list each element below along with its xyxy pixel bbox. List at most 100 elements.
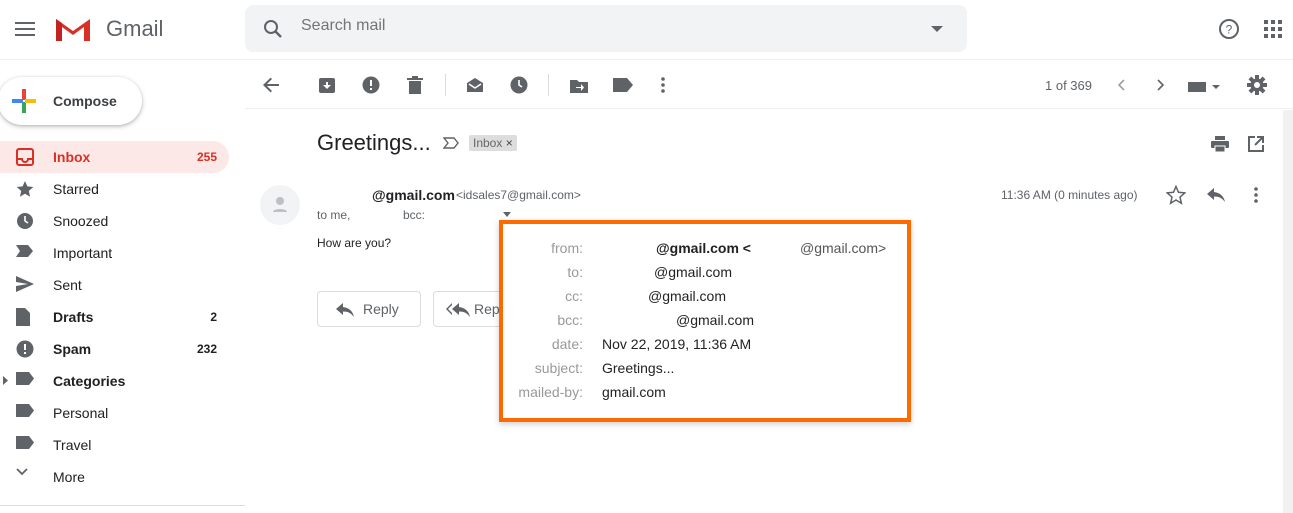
sidebar-item-label: Inbox: [53, 149, 91, 165]
reply-icon: [336, 303, 354, 317]
reply-all-icon: [446, 303, 470, 317]
detail-value: gmail.com: [602, 384, 666, 400]
sidebar-item-snoozed[interactable]: Snoozed: [0, 205, 229, 237]
sidebar-item-travel[interactable]: Travel: [0, 429, 229, 461]
sidebar-item-drafts[interactable]: Drafts 2: [0, 301, 229, 333]
label-icon: [16, 404, 34, 422]
delete-icon[interactable]: [403, 73, 427, 97]
more-options-icon[interactable]: [1244, 183, 1268, 207]
reply-icon[interactable]: [1204, 183, 1228, 207]
search-options-dropdown-icon[interactable]: [927, 21, 947, 37]
label-icon: [16, 436, 34, 454]
reply-button[interactable]: Reply: [317, 291, 421, 327]
snooze-clock-icon[interactable]: [507, 73, 531, 97]
sidebar-item-count: 2: [210, 310, 217, 324]
gmail-logo-icon[interactable]: [54, 15, 92, 43]
archive-icon[interactable]: [315, 73, 339, 97]
message-details-popup: from: @gmail.com < @gmail.com> to: @gmail.co…: [499, 220, 911, 422]
detail-value: Nov 22, 2019, 11:36 AM: [602, 336, 752, 352]
sidebar-item-more[interactable]: More: [0, 461, 229, 493]
help-icon[interactable]: ?: [1217, 17, 1241, 41]
chevron-down-icon: [16, 468, 34, 486]
sidebar-item-starred[interactable]: Starred: [0, 173, 229, 205]
star-icon[interactable]: [1164, 183, 1188, 207]
search-icon[interactable]: [261, 17, 285, 41]
sidebar-item-label: Sent: [53, 277, 82, 293]
sender-avatar[interactable]: [260, 185, 300, 225]
detail-row-cc: cc: @gmail.com: [503, 288, 903, 308]
sidebar-item-label: Personal: [53, 405, 109, 421]
sidebar-item-sent[interactable]: Sent: [0, 269, 229, 301]
recipients-summary: to me,: [317, 208, 351, 222]
detail-key: subject:: [534, 360, 583, 376]
search-bar[interactable]: [245, 5, 967, 52]
sidebar-item-personal[interactable]: Personal: [0, 397, 229, 429]
reply-all-label: Rep: [474, 301, 500, 317]
detail-row-mailed-by: mailed-by: gmail.com: [503, 384, 903, 404]
scrollbar[interactable]: [1283, 110, 1293, 513]
detail-key: date:: [551, 336, 583, 352]
expand-arrow-icon[interactable]: [3, 376, 8, 385]
detail-key: mailed-by:: [518, 384, 583, 400]
email-body: How are you?: [317, 236, 392, 250]
send-icon: [16, 276, 34, 294]
detail-value-email: @gmail.com>: [800, 240, 887, 256]
back-arrow-icon[interactable]: [259, 73, 283, 97]
inbox-icon: [16, 148, 34, 166]
mark-unread-icon[interactable]: [463, 73, 487, 97]
label-icon[interactable]: [611, 73, 635, 97]
pagination-count: 1 of 369: [1045, 78, 1092, 93]
email-timestamp: 11:36 AM (0 minutes ago): [1001, 188, 1138, 202]
show-details-dropdown-icon[interactable]: [500, 209, 514, 219]
sidebar-divider: [0, 505, 245, 506]
detail-value: @gmail.com: [676, 312, 755, 328]
move-to-icon[interactable]: [567, 73, 591, 97]
detail-key: cc:: [565, 288, 583, 304]
detail-key: from:: [551, 240, 583, 256]
plus-icon: [12, 89, 36, 113]
sidebar-item-label: Important: [53, 245, 113, 261]
apps-grid-icon[interactable]: [1261, 17, 1285, 41]
detail-value: Greetings...: [602, 360, 675, 376]
main-menu-icon[interactable]: [13, 17, 37, 41]
detail-row-from: from: @gmail.com < @gmail.com>: [503, 240, 903, 260]
sidebar-item-inbox[interactable]: Inbox 255: [0, 141, 229, 173]
older-chevron-right-icon[interactable]: [1150, 74, 1172, 96]
recipients-bcc: bcc:: [403, 208, 426, 222]
detail-row-date: date: Nov 22, 2019, 11:36 AM: [503, 336, 903, 356]
sender-name[interactable]: @gmail.com: [372, 187, 455, 203]
report-spam-icon[interactable]: [359, 73, 383, 97]
input-tools-keyboard-icon[interactable]: [1187, 76, 1223, 96]
detail-row-bcc: bcc: @gmail.com: [503, 312, 903, 332]
draft-icon: [16, 308, 34, 326]
sidebar-item-important[interactable]: Important: [0, 237, 229, 269]
compose-button[interactable]: Compose: [0, 77, 142, 125]
sidebar-item-spam[interactable]: Spam 232: [0, 333, 229, 365]
spam-icon: [16, 340, 34, 358]
detail-row-subject: subject: Greetings...: [503, 360, 903, 380]
settings-gear-icon[interactable]: [1245, 73, 1269, 97]
sidebar-item-label: More: [53, 469, 85, 485]
sidebar-item-categories[interactable]: Categories: [0, 365, 229, 397]
detail-key: bcc:: [557, 312, 583, 328]
detail-row-to: to: @gmail.com: [503, 264, 903, 284]
person-icon: [273, 197, 287, 212]
search-input[interactable]: [301, 17, 901, 35]
sidebar-item-label: Spam: [53, 341, 92, 357]
print-icon[interactable]: [1208, 132, 1232, 156]
sidebar-item-count: 255: [196, 150, 217, 164]
importance-marker-icon[interactable]: [441, 134, 461, 152]
reply-label: Reply: [363, 301, 399, 317]
clock-icon: [16, 212, 34, 230]
app-name: Gmail: [106, 16, 164, 41]
open-new-window-icon[interactable]: [1244, 132, 1268, 156]
detail-value: @gmail.com <: [656, 240, 751, 256]
compose-label: Compose: [53, 93, 117, 109]
newer-chevron-left-icon[interactable]: [1110, 74, 1132, 96]
remove-label-icon[interactable]: ×: [506, 136, 513, 150]
more-vert-icon[interactable]: [651, 73, 675, 97]
sidebar-item-label: Travel: [53, 437, 92, 453]
sidebar-item-count: 232: [196, 342, 217, 356]
detail-value: @gmail.com: [654, 264, 733, 280]
sidebar-item-label: Categories: [53, 373, 126, 389]
